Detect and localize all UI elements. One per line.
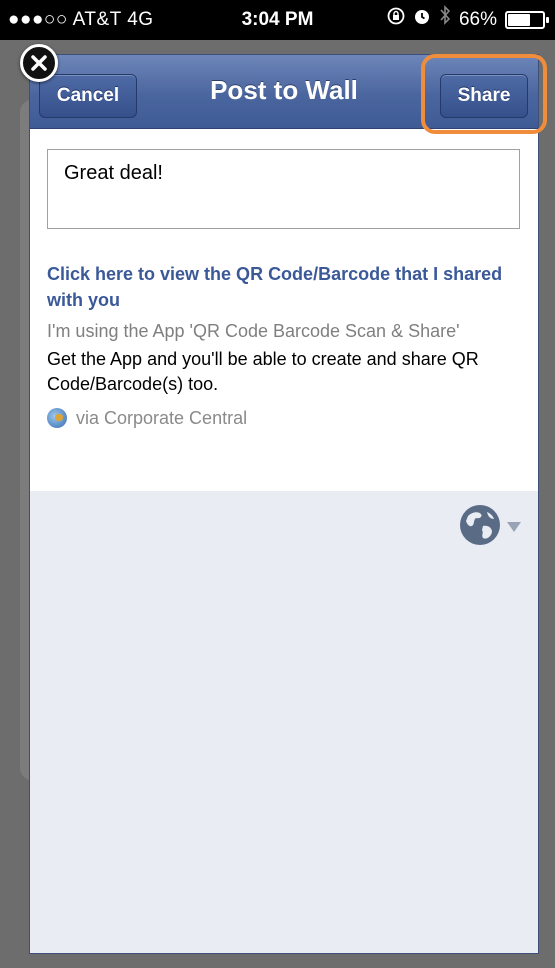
close-icon[interactable] [20, 44, 58, 82]
attachment-description: Get the App and you'll be able to create… [47, 349, 479, 394]
lock-rotation-icon [387, 0, 405, 40]
status-icons: 66% [387, 0, 549, 40]
app-icon [47, 408, 67, 428]
post-content: Great deal! Click here to view the QR Co… [30, 129, 538, 491]
privacy-selector[interactable] [459, 504, 521, 551]
battery-icon [505, 11, 549, 29]
battery-percent: 66% [458, 9, 497, 30]
bluetooth-icon [439, 0, 451, 40]
post-to-wall-dialog: Cancel Post to Wall Share Great deal! Cl… [30, 55, 538, 953]
via-app-label[interactable]: via Corporate Central [76, 407, 247, 429]
globe-icon [459, 504, 501, 551]
link-attachment: Click here to view the QR Code/Barcode t… [47, 261, 522, 429]
attachment-link-title[interactable]: Click here to view the QR Code/Barcode t… [47, 261, 522, 313]
via-app: via Corporate Central [47, 407, 522, 429]
message-input[interactable]: Great deal! [47, 149, 520, 229]
alarm-icon [413, 0, 431, 40]
status-bar: ●●●○○ AT&T 4G 3:04 PM 66% [0, 0, 555, 40]
share-button-highlight [421, 54, 547, 134]
chevron-down-icon [507, 519, 521, 537]
attachment-caption: I'm using the App 'QR Code Barcode Scan … [47, 321, 460, 341]
battery-level [508, 14, 530, 26]
